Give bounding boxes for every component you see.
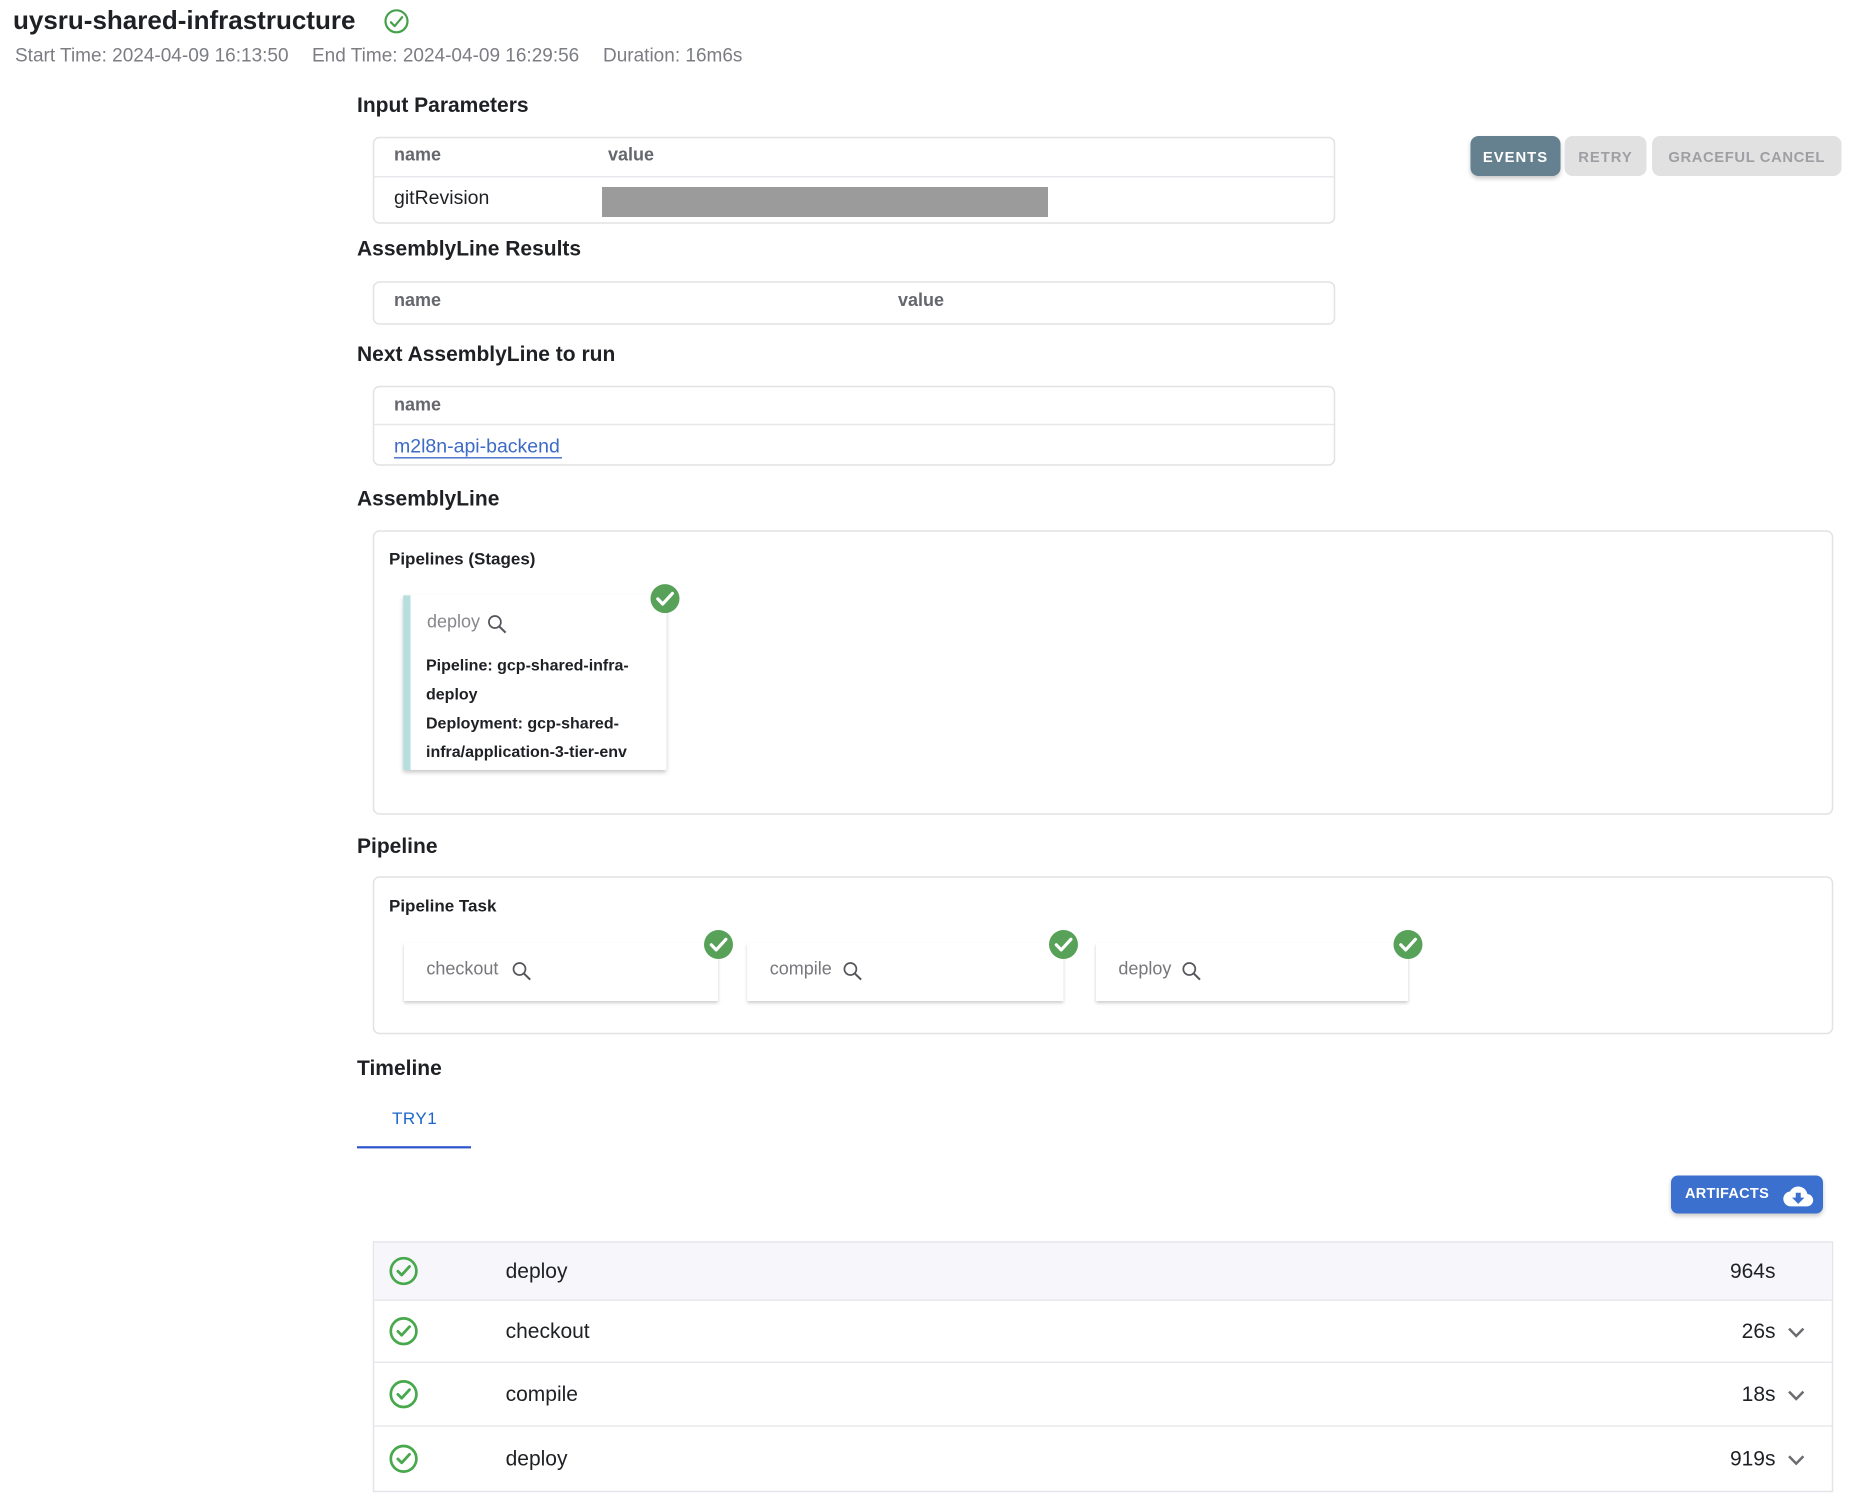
svg-text:Duration: 16m6s: Duration: 16m6s: [603, 46, 742, 67]
svg-text:compile: compile: [506, 1383, 578, 1406]
svg-text:uysru-shared-infrastructure: uysru-shared-infrastructure: [13, 5, 355, 35]
svg-text:deploy: deploy: [426, 686, 478, 703]
svg-text:Timeline: Timeline: [357, 1057, 442, 1080]
svg-text:ARTIFACTS: ARTIFACTS: [1685, 1186, 1769, 1202]
svg-text:compile: compile: [770, 958, 832, 978]
svg-text:Next AssemblyLine to run: Next AssemblyLine to run: [357, 343, 615, 366]
svg-text:value: value: [898, 290, 944, 310]
svg-text:Input Parameters: Input Parameters: [357, 94, 529, 117]
svg-text:AssemblyLine: AssemblyLine: [357, 488, 499, 511]
svg-text:checkout: checkout: [426, 958, 498, 978]
svg-text:gitRevision: gitRevision: [394, 187, 489, 209]
svg-text:919s: 919s: [1730, 1448, 1776, 1471]
svg-text:name: name: [394, 145, 441, 165]
svg-text:deploy: deploy: [1118, 958, 1171, 978]
svg-text:checkout: checkout: [506, 1320, 590, 1343]
svg-text:End Time: 2024-04-09 16:29:56: End Time: 2024-04-09 16:29:56: [312, 46, 579, 67]
svg-text:AssemblyLine Results: AssemblyLine Results: [357, 238, 581, 261]
svg-text:Start Time: 2024-04-09 16:13:5: Start Time: 2024-04-09 16:13:50: [15, 46, 289, 67]
svg-text:m2l8n-api-backend: m2l8n-api-backend: [394, 436, 560, 458]
svg-text:deploy: deploy: [427, 612, 480, 632]
svg-text:Pipelines (Stages): Pipelines (Stages): [389, 550, 535, 569]
svg-text:TRY1: TRY1: [392, 1109, 437, 1128]
svg-text:name: name: [394, 395, 441, 415]
svg-text:infra/application-3-tier-env: infra/application-3-tier-env: [426, 744, 627, 761]
svg-text:Pipeline: gcp-shared-infra-: Pipeline: gcp-shared-infra-: [426, 658, 629, 675]
svg-text:Pipeline: Pipeline: [357, 835, 438, 858]
svg-text:Pipeline Task: Pipeline Task: [389, 897, 497, 916]
svg-text:deploy: deploy: [506, 1448, 568, 1471]
svg-text:GRACEFUL CANCEL: GRACEFUL CANCEL: [1668, 150, 1825, 166]
svg-text:26s: 26s: [1742, 1320, 1776, 1343]
svg-text:name: name: [394, 290, 441, 310]
svg-text:964s: 964s: [1730, 1260, 1776, 1283]
svg-text:value: value: [608, 145, 654, 165]
svg-text:deploy: deploy: [506, 1260, 568, 1283]
svg-text:RETRY: RETRY: [1578, 150, 1633, 166]
svg-text:18s: 18s: [1742, 1383, 1776, 1406]
svg-text:Deployment: gcp-shared-: Deployment: gcp-shared-: [426, 716, 619, 733]
svg-text:EVENTS: EVENTS: [1483, 150, 1548, 166]
